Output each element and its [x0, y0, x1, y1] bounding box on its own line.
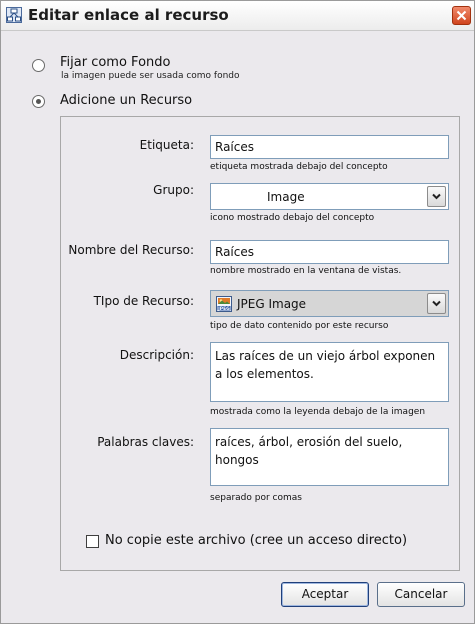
group-field-label: Grupo: — [153, 183, 194, 197]
edit-resource-link-dialog: Editar enlace al recurso Fijar como Fond… — [0, 0, 475, 624]
window-title: Editar enlace al recurso — [28, 6, 229, 24]
chevron-down-icon — [432, 300, 441, 307]
no-copy-checkbox[interactable] — [86, 535, 99, 548]
background-radio[interactable] — [32, 59, 45, 72]
resource-type-dropdown-button[interactable] — [427, 293, 446, 314]
accept-button[interactable]: Aceptar — [281, 582, 369, 607]
background-option-label[interactable]: Fijar como Fondo — [60, 55, 170, 70]
concept-map-icon — [6, 7, 22, 23]
close-button[interactable] — [452, 6, 471, 25]
label-input[interactable]: Raíces — [210, 135, 449, 159]
close-icon — [456, 10, 467, 21]
chevron-down-icon — [432, 193, 441, 200]
keywords-field-label: Palabras claves: — [97, 435, 194, 449]
keywords-hint: separado por comas — [210, 493, 302, 503]
radio-selected-dot — [36, 99, 41, 104]
resource-type-value: JPEG Image — [237, 297, 307, 311]
svg-text:JPEG: JPEG — [217, 306, 230, 312]
add-resource-option-label[interactable]: Adicione un Recurso — [60, 93, 192, 108]
add-resource-radio[interactable] — [32, 95, 45, 108]
background-option-hint: la imagen puede ser usada como fondo — [61, 71, 240, 81]
description-hint: mostrada como la leyenda debajo de la im… — [210, 407, 426, 417]
resource-name-hint: nombre mostrado en la ventana de vistas. — [210, 266, 402, 276]
resource-name-field-label: Nombre del Recurso: — [68, 243, 194, 257]
group-select[interactable]: Image — [210, 183, 449, 210]
keywords-textarea[interactable]: raíces, árbol, erosión del suelo, hongos — [210, 428, 449, 486]
label-field-label: Etiqueta: — [139, 138, 194, 152]
group-dropdown-button[interactable] — [427, 186, 446, 207]
resource-type-select[interactable]: JPEG JPEG Image — [210, 290, 449, 317]
description-textarea[interactable]: Las raíces de un viejo árbol exponen a l… — [210, 342, 449, 402]
description-field-label: Descripción: — [119, 348, 194, 362]
resource-type-hint: tipo de dato contenido por este recurso — [210, 321, 389, 331]
resource-type-field-label: TIpo de Recurso: — [93, 294, 194, 308]
no-copy-label[interactable]: No copie este archivo (cree un acceso di… — [105, 533, 407, 548]
jpeg-file-icon: JPEG — [216, 296, 232, 312]
title-bar[interactable]: Editar enlace al recurso — [1, 1, 474, 31]
group-select-value: Image — [267, 190, 305, 204]
cancel-button[interactable]: Cancelar — [377, 582, 465, 607]
group-hint: icono mostrado debajo del concepto — [210, 213, 375, 223]
label-hint: etiqueta mostrada debajo del concepto — [210, 162, 388, 172]
resource-name-input[interactable]: Raíces — [210, 240, 449, 264]
